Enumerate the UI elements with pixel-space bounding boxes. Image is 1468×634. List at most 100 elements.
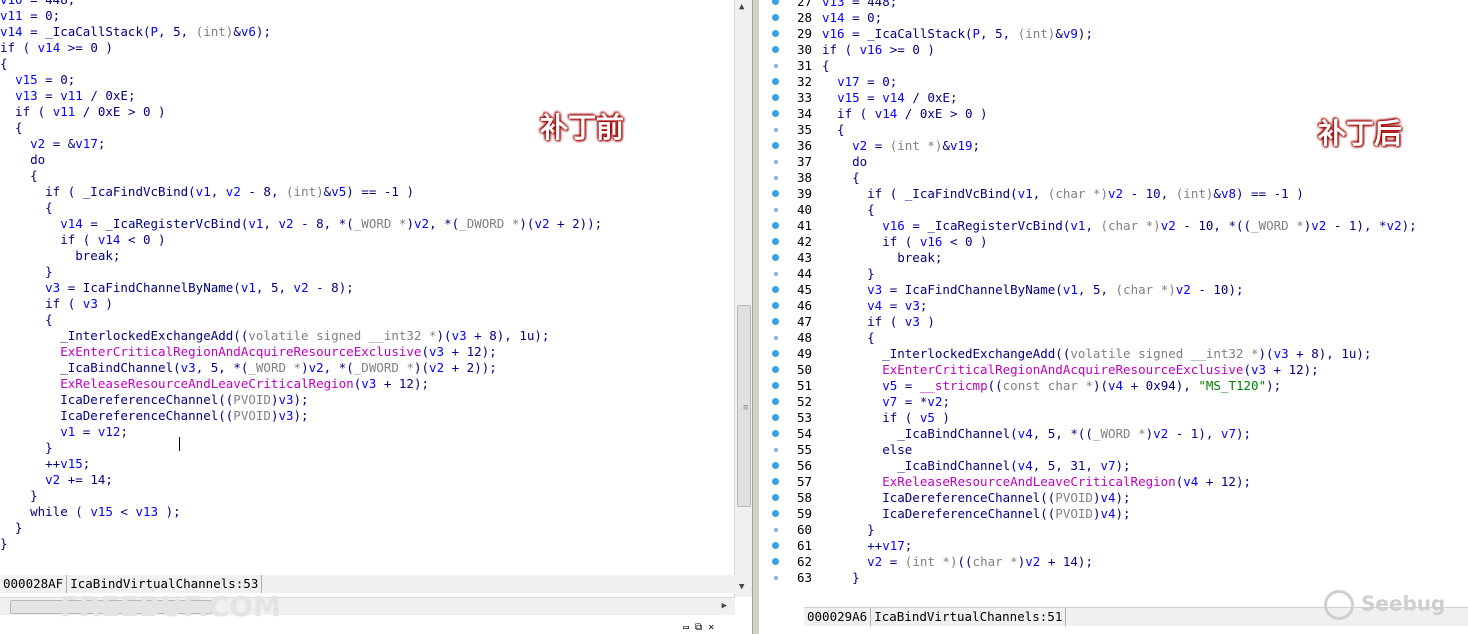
code-line[interactable]: } [822,570,1417,586]
code-line[interactable]: break; [822,250,1417,266]
code-line[interactable]: IcaDereferenceChannel((PVOID)v4); [822,506,1417,522]
code-line[interactable]: v1 = v12; [0,424,602,440]
code-line[interactable]: _IcaBindChannel(v4, 5, 31, v7); [822,458,1417,474]
breakpoint-marker-icon[interactable] [772,94,779,101]
code-line[interactable]: v14 = _IcaRegisterVcBind(v1, v2 - 8, *(_… [0,216,602,232]
code-line[interactable]: v7 = *v2; [822,394,1417,410]
breakpoint-marker-icon[interactable] [772,30,779,37]
code-line[interactable]: } [0,536,602,552]
code-line[interactable]: v11 = 0; [0,8,602,24]
window-controls[interactable]: ▭ ⧉ ✕ [683,622,714,634]
code-line[interactable]: { [0,312,602,328]
code-line[interactable]: v14 = 0; [822,10,1417,26]
code-line[interactable]: if ( v11 / 0xE > 0 ) [0,104,602,120]
code-line[interactable]: else [822,442,1417,458]
left-pseudocode-pane[interactable]: v10 = 448;v11 = 0;v14 = _IcaCallStack(P,… [0,0,752,634]
breakpoint-marker-icon[interactable] [772,254,779,261]
breakpoint-marker-icon[interactable] [774,272,778,276]
breakpoint-marker-icon[interactable] [772,430,779,437]
code-line[interactable]: if ( v3 ) [822,314,1417,330]
code-line[interactable]: ExEnterCriticalRegionAndAcquireResourceE… [822,362,1417,378]
code-line[interactable]: } [0,488,602,504]
code-line[interactable]: if ( v16 < 0 ) [822,234,1417,250]
code-line[interactable]: } [0,440,602,456]
breakpoint-marker-icon[interactable] [772,350,779,357]
breakpoint-marker-icon[interactable] [774,208,778,212]
pane-splitter[interactable] [752,0,760,634]
code-line[interactable]: { [822,58,1417,74]
code-line[interactable]: ExReleaseResourceAndLeaveCriticalRegion(… [822,474,1417,490]
code-line[interactable]: if ( _IcaFindVcBind(v1, v2 - 8, (int)&v5… [0,184,602,200]
breakpoint-marker-icon[interactable] [774,576,778,580]
code-line[interactable]: do [0,152,602,168]
breakpoint-marker-icon[interactable] [772,382,779,389]
code-line[interactable]: _InterlockedExchangeAdd((volatile signed… [0,328,602,344]
code-line[interactable]: if ( v14 < 0 ) [0,232,602,248]
breakpoint-marker-icon[interactable] [772,414,779,421]
left-vertical-scrollbar[interactable]: ▲ ≡ ▼ [734,0,752,597]
right-code-view[interactable]: v13 = 448; v14 = 0; v16 = _IcaCallStack(P,… [822,0,1417,586]
code-line[interactable]: _IcaBindChannel(v4, 5, *((_WORD *)v2 - 1… [822,426,1417,442]
breakpoint-marker-icon[interactable] [774,160,778,164]
breakpoint-marker-icon[interactable] [772,190,779,197]
breakpoint-marker-icon[interactable] [772,398,779,405]
breakpoint-marker-icon[interactable] [772,78,779,85]
breakpoint-marker-icon[interactable] [772,0,779,5]
code-line[interactable]: v3 = IcaFindChannelByName(v1, 5, v2 - 8)… [0,280,602,296]
breakpoint-marker-icon[interactable] [772,318,779,325]
left-scroll-thumb[interactable]: ≡ [737,305,751,507]
breakpoint-marker-icon[interactable] [774,528,778,532]
code-line[interactable]: if ( v16 >= 0 ) [822,42,1417,58]
breakpoint-marker-icon[interactable] [772,222,779,229]
breakpoint-marker-icon[interactable] [772,110,779,117]
code-line[interactable]: v2 = &v17; [0,136,602,152]
code-line[interactable]: { [0,120,602,136]
code-line[interactable]: v10 = 448; [0,0,602,8]
breakpoint-marker-icon[interactable] [772,510,779,517]
code-line[interactable]: v15 = 0; [0,72,602,88]
code-line[interactable]: { [0,168,602,184]
breakpoint-marker-icon[interactable] [772,494,779,501]
code-line[interactable]: v2 += 14; [0,472,602,488]
breakpoint-marker-icon[interactable] [774,448,778,452]
code-line[interactable]: v4 = v3; [822,298,1417,314]
code-line[interactable]: break; [0,248,602,264]
code-line[interactable]: ExEnterCriticalRegionAndAcquireResourceE… [0,344,602,360]
code-line[interactable]: } [0,264,602,280]
code-line[interactable]: v2 = (int *)((char *)v2 + 14); [822,554,1417,570]
code-line[interactable]: v17 = 0; [822,74,1417,90]
code-line[interactable]: v15 = v14 / 0xE; [822,90,1417,106]
breakpoint-marker-icon[interactable] [774,64,778,68]
code-line[interactable]: { [822,330,1417,346]
code-line[interactable]: ++v15; [0,456,602,472]
code-line[interactable]: if ( v14 >= 0 ) [0,40,602,56]
code-line[interactable]: { [0,200,602,216]
code-line[interactable]: do [822,154,1417,170]
code-line[interactable]: if ( v3 ) [0,296,602,312]
code-line[interactable]: if ( v5 ) [822,410,1417,426]
code-line[interactable]: ++v17; [822,538,1417,554]
breakpoint-marker-icon[interactable] [772,302,779,309]
breakpoint-marker-icon[interactable] [772,542,779,549]
code-line[interactable]: IcaDereferenceChannel((PVOID)v4); [822,490,1417,506]
breakpoint-marker-icon[interactable] [774,176,778,180]
breakpoint-marker-icon[interactable] [772,558,779,565]
code-line[interactable]: v3 = IcaFindChannelByName(v1, 5, (char *… [822,282,1417,298]
breakpoint-marker-icon[interactable] [772,46,779,53]
scroll-down-arrow-icon[interactable]: ▼ [739,582,744,592]
breakpoint-marker-icon[interactable] [772,366,779,373]
scroll-up-arrow-icon[interactable]: ▲ [739,2,744,12]
code-line[interactable]: v16 = _IcaCallStack(P, 5, (int)&v9); [822,26,1417,42]
code-line[interactable]: } [822,522,1417,538]
breakpoint-marker-icon[interactable] [772,14,779,21]
code-line[interactable]: IcaDereferenceChannel((PVOID)v3); [0,392,602,408]
code-line[interactable]: v5 = __stricmp((const char *)(v4 + 0x94)… [822,378,1417,394]
code-line[interactable]: { [822,202,1417,218]
code-line[interactable]: } [822,266,1417,282]
code-line[interactable]: v16 = _IcaRegisterVcBind(v1, (char *)v2 … [822,218,1416,234]
breakpoint-marker-icon[interactable] [774,128,778,132]
code-line[interactable]: { [0,56,602,72]
code-line[interactable]: _InterlockedExchangeAdd((volatile signed… [822,346,1417,362]
code-line[interactable]: } [0,520,602,536]
code-line[interactable]: _IcaBindChannel(v3, 5, *(_WORD *)v2, *(_… [0,360,602,376]
